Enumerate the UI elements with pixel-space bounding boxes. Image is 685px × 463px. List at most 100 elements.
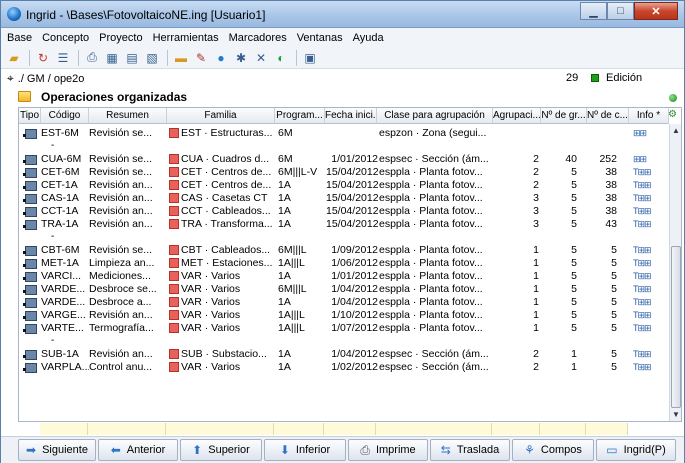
table-row[interactable]: CCT-1A Revisión an... CCT · Cableados... 1A… bbox=[19, 204, 669, 218]
move-icon: ⇆ bbox=[440, 443, 451, 457]
preview-icon[interactable]: ▦ bbox=[103, 49, 121, 67]
globe-icon[interactable]: ● bbox=[212, 49, 230, 67]
operations-grid[interactable]: Tipo Código Resumen Familia Program... F… bbox=[18, 107, 682, 422]
table-row[interactable]: VARCI... Mediciones... VAR · Varios 1A 1/01/… bbox=[19, 269, 669, 283]
info-icons[interactable]: T⊞⊞ bbox=[633, 217, 652, 231]
info-icons[interactable]: T⊞⊞ bbox=[633, 347, 652, 361]
open-folder-icon[interactable]: ▰ bbox=[5, 49, 23, 67]
scroll-thumb[interactable] bbox=[671, 246, 681, 408]
column-header-grupos[interactable]: Nº de gr... bbox=[541, 108, 587, 124]
tools-icon[interactable]: ✎ bbox=[192, 49, 210, 67]
close-button[interactable]: ✕ bbox=[634, 2, 678, 20]
section-title: Operaciones organizadas bbox=[41, 90, 188, 104]
export-icon[interactable]: ▧ bbox=[143, 49, 161, 67]
column-header-resumen[interactable]: Resumen bbox=[89, 108, 167, 124]
info-icons[interactable]: T⊞⊞ bbox=[633, 321, 652, 335]
color-icon[interactable]: ◐ bbox=[272, 49, 290, 67]
cell-prog: 6M|||L-V bbox=[278, 166, 318, 178]
edit-cell-codigo[interactable] bbox=[40, 423, 88, 435]
edit-cell-programa[interactable] bbox=[274, 423, 324, 435]
table-row[interactable]: CAS-1A Revisión an... CAS · Casetas CT 1A 15… bbox=[19, 191, 669, 205]
table-row[interactable]: CET-6M Revisión se... CET · Centros de... 6… bbox=[19, 165, 669, 179]
cell-nc: 5 bbox=[611, 322, 617, 334]
column-header-agrupacion[interactable]: Agrupaci... bbox=[493, 108, 541, 124]
traslada-button[interactable]: ⇆ Traslada bbox=[430, 439, 510, 461]
table-icon[interactable]: ▤ bbox=[123, 49, 141, 67]
compos-button[interactable]: ⚘ Compos bbox=[512, 439, 594, 461]
info-icons[interactable]: ⊞⊞ bbox=[633, 152, 647, 166]
cell-resumen: Revisión se... bbox=[89, 153, 153, 165]
info-icons[interactable]: T⊞⊞ bbox=[633, 165, 652, 179]
info-icons[interactable]: T⊞⊞ bbox=[633, 360, 652, 374]
menu-base[interactable]: Base bbox=[7, 32, 32, 44]
edit-cell-agrupacion[interactable] bbox=[492, 423, 540, 435]
info-icons[interactable]: T⊞⊞ bbox=[633, 282, 652, 296]
edit-cell-clase[interactable] bbox=[376, 423, 492, 435]
vertical-scrollbar[interactable]: ▲ ▼ bbox=[669, 124, 681, 421]
table-row[interactable]: MET-1A Limpieza an... MET · Estaciones... 1… bbox=[19, 256, 669, 270]
table-row[interactable]: SUB-1A Revisión an... SUB · Substacio... 1A… bbox=[19, 347, 669, 361]
info-icons[interactable]: T⊞⊞ bbox=[633, 256, 652, 270]
minimize-button[interactable]: ▁ bbox=[580, 2, 607, 20]
info-icons[interactable]: T⊞⊞ bbox=[633, 243, 652, 257]
superior-button[interactable]: ⬆ Superior bbox=[180, 439, 262, 461]
table-row[interactable]: VARDE... Desbroce se... VAR · Varios 6M|||L… bbox=[19, 282, 669, 296]
info-icons[interactable]: T⊞⊞ bbox=[633, 308, 652, 322]
column-header-conceptos[interactable]: Nº de c... bbox=[587, 108, 629, 124]
column-header-tipo[interactable]: Tipo bbox=[19, 108, 41, 124]
wrench-icon[interactable]: ✕ bbox=[252, 49, 270, 67]
menu-ayuda[interactable]: Ayuda bbox=[353, 32, 384, 44]
table-row[interactable]: VARTE... Termografía... VAR · Varios 1A|||L… bbox=[19, 321, 669, 335]
edit-cell-resumen[interactable] bbox=[88, 423, 166, 435]
menu-proyecto[interactable]: Proyecto bbox=[99, 32, 142, 44]
menu-marcadores[interactable]: Marcadores bbox=[229, 32, 287, 44]
print-icon[interactable]: ⎙ bbox=[83, 49, 101, 67]
anterior-button[interactable]: ⬅ Anterior bbox=[98, 439, 178, 461]
edit-cell-fecha[interactable] bbox=[324, 423, 376, 435]
scroll-down-icon[interactable]: ▼ bbox=[672, 410, 680, 419]
table-row[interactable]: VARPLA... Control anu... VAR · Varios 1A 1/0… bbox=[19, 360, 669, 374]
edit-cell-familia[interactable] bbox=[166, 423, 274, 435]
ingrid-p-button[interactable]: ▭ Ingrid(P) bbox=[596, 439, 676, 461]
maximize-button[interactable]: □ bbox=[607, 2, 634, 20]
menu-ventanas[interactable]: Ventanas bbox=[297, 32, 343, 44]
column-header-info[interactable]: Info * bbox=[629, 108, 669, 124]
binoculars-icon[interactable]: ⌖ bbox=[7, 71, 14, 86]
edit-cell-conceptos[interactable] bbox=[586, 423, 628, 435]
info-icons[interactable]: T⊞⊞ bbox=[633, 295, 652, 309]
table-row[interactable]: CBT-6M Revisión se... CBT · Cableados... 6M… bbox=[19, 243, 669, 257]
column-header-familia[interactable]: Familia bbox=[167, 108, 275, 124]
info-icons[interactable]: ⊞⊞ bbox=[633, 126, 647, 140]
table-row[interactable]: VARGE... Revisión an... VAR · Varios 1A|||L… bbox=[19, 308, 669, 322]
siguiente-button[interactable]: ➡ Siguiente bbox=[18, 439, 96, 461]
title-bar[interactable]: Ingrid - \Bases\FotovoltaicoNE.ing [Usua… bbox=[1, 1, 684, 28]
table-row[interactable]: EST-6M Revisión se... EST · Estructuras...… bbox=[19, 126, 669, 140]
info-icons[interactable]: T⊞⊞ bbox=[633, 269, 652, 283]
column-header-programa[interactable]: Program... bbox=[275, 108, 325, 124]
cell-nc: 38 bbox=[605, 205, 617, 217]
folder-icon[interactable]: ▬ bbox=[172, 49, 190, 67]
info-icons[interactable]: T⊞⊞ bbox=[633, 204, 652, 218]
list-icon[interactable]: ☰ bbox=[54, 49, 72, 67]
info-icons[interactable]: T⊞⊞ bbox=[633, 178, 652, 192]
column-header-codigo[interactable]: Código bbox=[41, 108, 89, 124]
info-icons[interactable]: T⊞⊞ bbox=[633, 191, 652, 205]
cell-familia: SUB · Substacio... bbox=[181, 348, 267, 360]
refresh-icon[interactable]: ↻ bbox=[34, 49, 52, 67]
imprime-button[interactable]: ⎙ Imprime bbox=[348, 439, 428, 461]
menu-concepto[interactable]: Concepto bbox=[42, 32, 89, 44]
column-header-fecha[interactable]: Fecha inici... bbox=[325, 108, 377, 124]
calendar-icon[interactable]: ▣ bbox=[301, 49, 319, 67]
menu-herramientas[interactable]: Herramientas bbox=[153, 32, 219, 44]
scroll-up-icon[interactable]: ▲ bbox=[672, 126, 680, 135]
table-row[interactable]: VARDE... Desbroce a... VAR · Varios 1A 1/04/… bbox=[19, 295, 669, 309]
grid-options-icon[interactable]: ⚙ bbox=[668, 109, 677, 120]
table-row[interactable]: TRA-1A Revisión an... TRA · Transforma... 1… bbox=[19, 217, 669, 231]
operation-type-icon bbox=[23, 179, 37, 191]
settings-icon[interactable]: ✱ bbox=[232, 49, 250, 67]
column-header-clase[interactable]: Clase para agrupación bbox=[377, 108, 493, 124]
edit-cell-grupos[interactable] bbox=[540, 423, 586, 435]
table-row[interactable]: CET-1A Revisión an... CET · Centros de... 1… bbox=[19, 178, 669, 192]
table-row[interactable]: CUA-6M Revisión se... CUA · Cuadros d... 6M… bbox=[19, 152, 669, 166]
inferior-button[interactable]: ⬇ Inferior bbox=[264, 439, 346, 461]
